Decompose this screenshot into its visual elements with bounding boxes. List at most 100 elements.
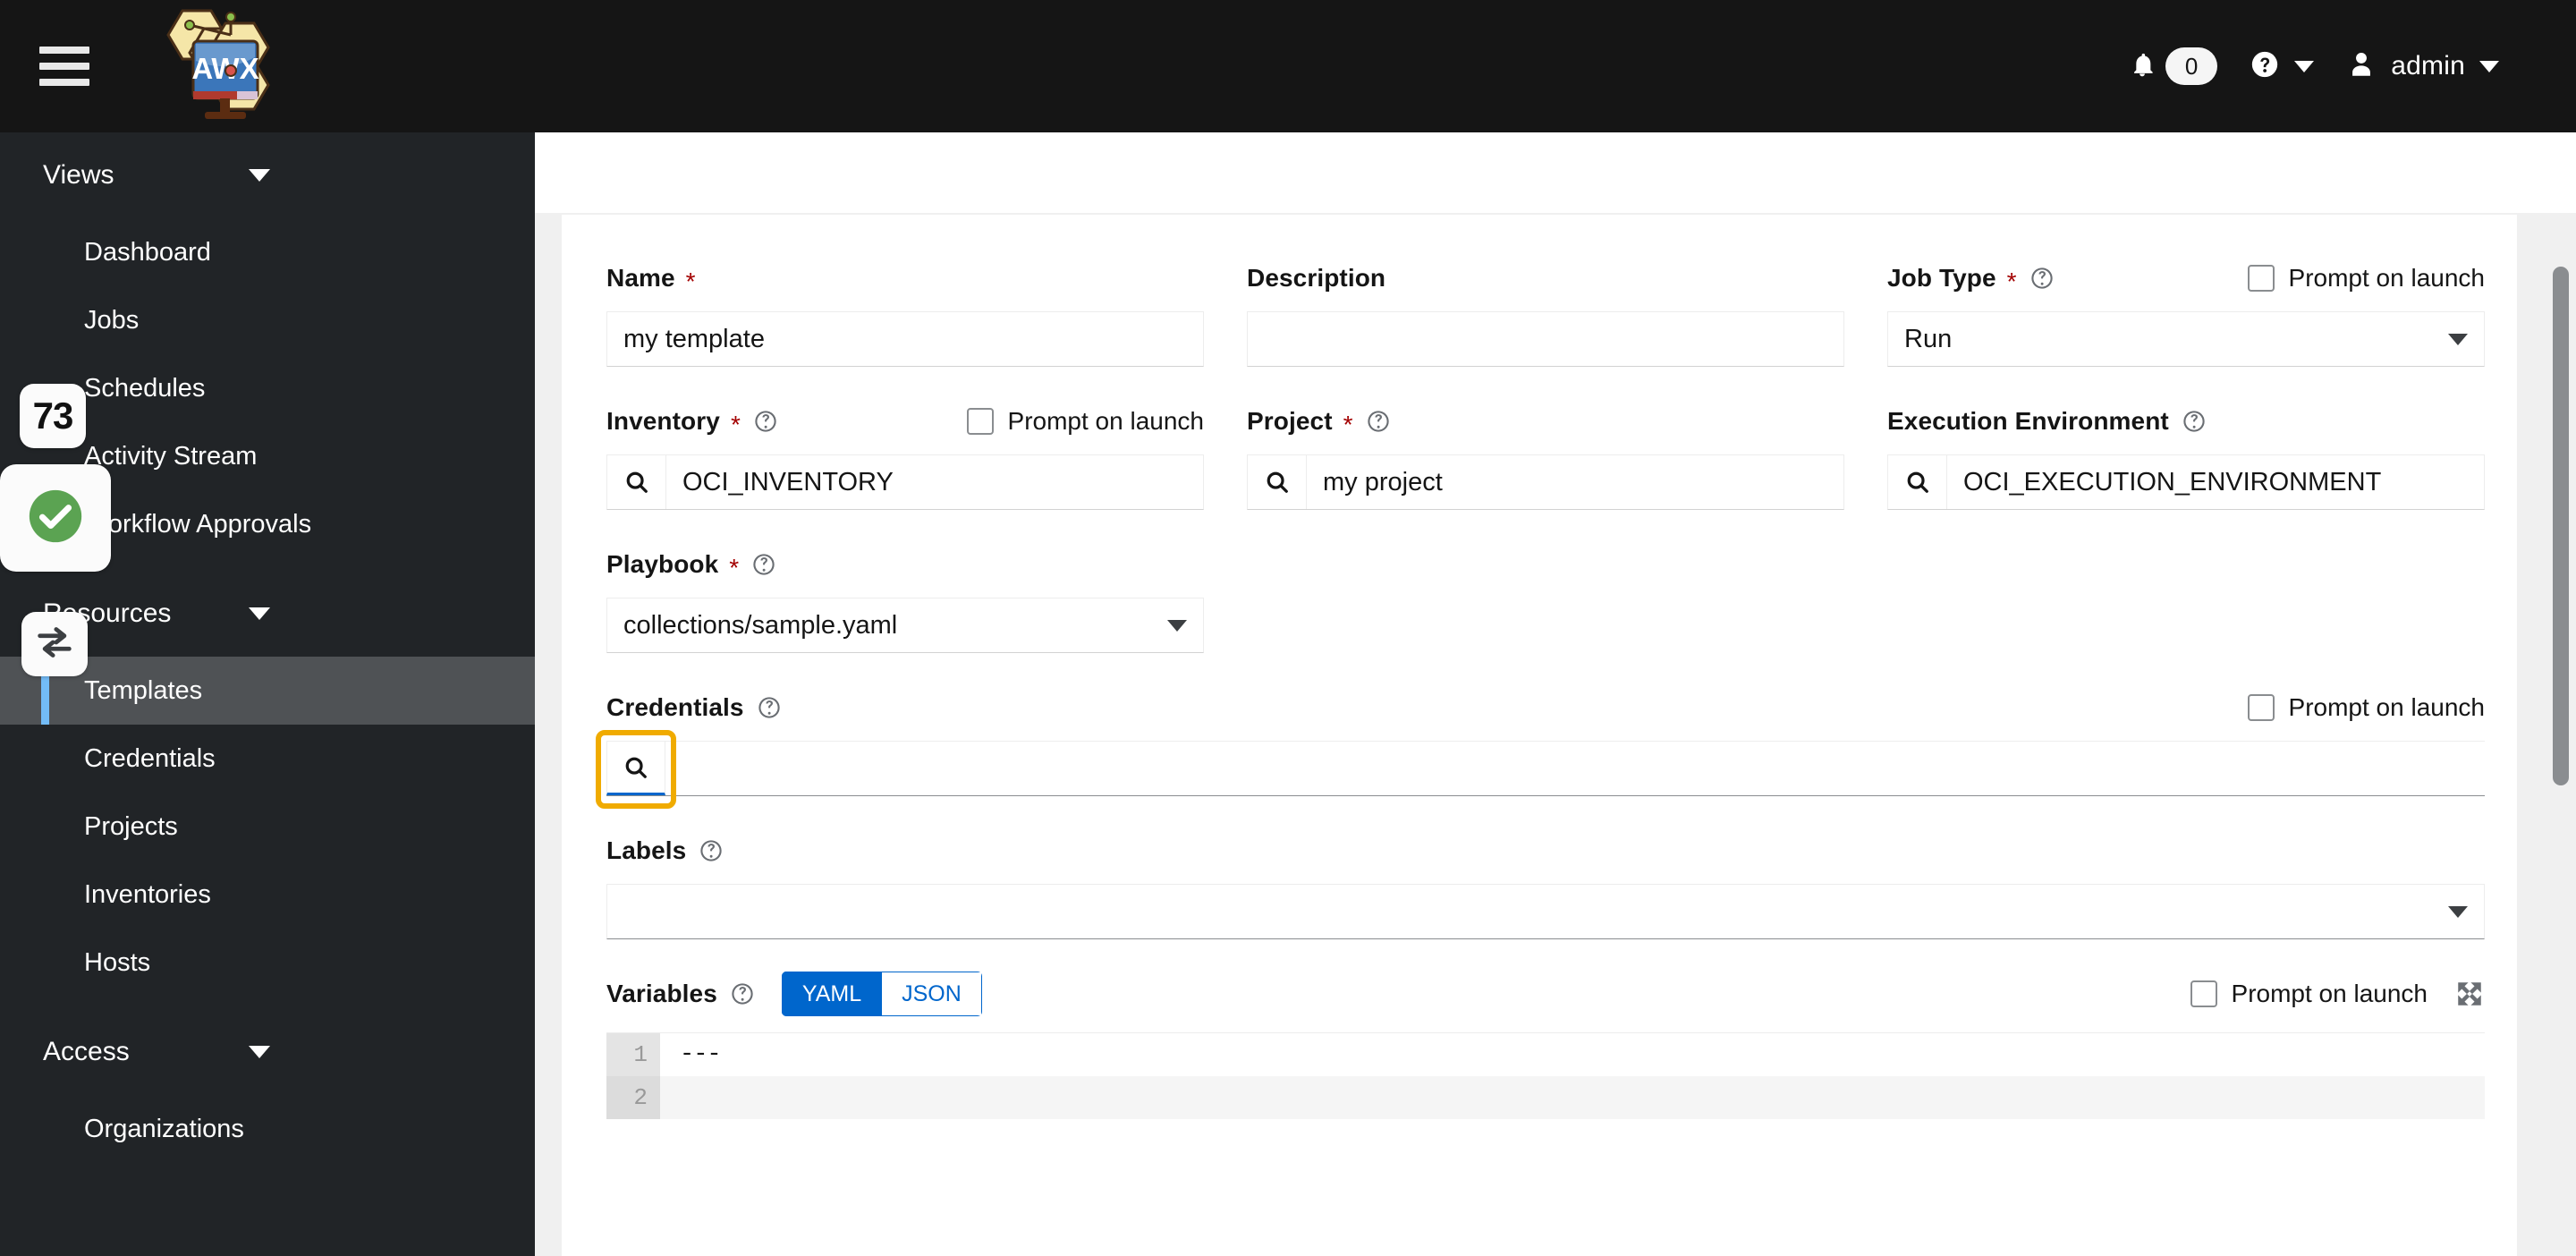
sidebar-group-label: Access: [43, 1037, 130, 1066]
field-header: Project *: [1247, 401, 1844, 442]
search-icon[interactable]: [607, 455, 666, 509]
prompt-on-launch-checkbox[interactable]: [966, 408, 994, 435]
execution-environment-value[interactable]: OCI_EXECUTION_ENVIRONMENT: [1947, 455, 2484, 509]
variables-label: Variables: [606, 980, 717, 1007]
execution-environment-label: Execution Environment: [1887, 407, 2169, 435]
job-type-prompt-on-launch[interactable]: Prompt on launch: [2247, 264, 2485, 293]
field-inventory: Inventory * Prompt on launch OCI_INVENTO…: [606, 401, 1204, 510]
search-icon[interactable]: [1248, 455, 1307, 509]
job-type-select[interactable]: Run: [1887, 311, 2485, 367]
variables-format-toggle: YAML JSON: [781, 971, 982, 1017]
search-icon[interactable]: [1888, 455, 1947, 509]
user-name-label: admin: [2391, 51, 2465, 81]
sidebar-item-label: Activity Stream: [84, 441, 258, 471]
form-row-3: Playbook * collections/sample.yaml: [606, 544, 2485, 653]
question-circle-icon[interactable]: [753, 409, 778, 434]
sidebar-item-label: Credentials: [84, 743, 216, 773]
awx-logo[interactable]: AWX: [148, 0, 309, 132]
line-number: 2: [606, 1076, 660, 1119]
description-input[interactable]: [1247, 311, 1844, 367]
hamburger-bar: [39, 47, 89, 54]
question-circle-icon[interactable]: [751, 552, 776, 577]
user-icon: [2346, 49, 2377, 84]
variables-code-editor[interactable]: 1 --- 2: [606, 1032, 2485, 1119]
credentials-value[interactable]: [665, 741, 2485, 795]
sidebar-divider: [0, 997, 535, 1009]
masthead: AWX 0: [0, 0, 2576, 132]
sidebar-item-inventories[interactable]: Inventories: [0, 861, 535, 929]
sidebar-item-label: Dashboard: [84, 237, 211, 267]
field-project: Project * my project: [1247, 401, 1844, 510]
prompt-on-launch-checkbox[interactable]: [2247, 694, 2275, 721]
question-circle-icon[interactable]: [2029, 266, 2055, 291]
question-circle-icon[interactable]: [2182, 409, 2207, 434]
form-row-2: Inventory * Prompt on launch OCI_INVENTO…: [606, 401, 2485, 510]
line-content[interactable]: [660, 1076, 2485, 1119]
sidebar-item-hosts[interactable]: Hosts: [0, 929, 535, 997]
field-header: Inventory * Prompt on launch: [606, 401, 1204, 442]
toggle-yaml-button[interactable]: YAML: [781, 971, 883, 1017]
sidebar-item-projects[interactable]: Projects: [0, 793, 535, 861]
field-header: Name *: [606, 258, 1204, 299]
page-header-strip: [535, 132, 2576, 213]
prompt-on-launch-checkbox[interactable]: [2190, 980, 2217, 1007]
user-menu-button[interactable]: admin: [2330, 0, 2515, 132]
playbook-label: Playbook: [606, 550, 719, 578]
sidebar-group-access[interactable]: Access: [0, 1009, 535, 1095]
variables-prompt-on-launch[interactable]: Prompt on launch: [2190, 979, 2485, 1009]
sidebar-item-credentials[interactable]: Credentials: [0, 725, 535, 793]
question-circle-icon[interactable]: [730, 981, 755, 1006]
inventory-prompt-on-launch[interactable]: Prompt on launch: [966, 407, 1204, 436]
credentials-lookup: [606, 741, 2485, 796]
search-icon[interactable]: [606, 741, 665, 795]
field-header: Playbook *: [606, 544, 1204, 585]
name-label: Name: [606, 264, 675, 292]
line-number: 1: [606, 1033, 660, 1076]
prompt-on-launch-label: Prompt on launch: [1007, 407, 1204, 435]
prompt-on-launch-checkbox[interactable]: [2247, 265, 2275, 292]
project-label: Project: [1247, 407, 1333, 435]
required-asterisk: *: [730, 411, 741, 438]
sidebar-item-jobs[interactable]: Jobs: [0, 286, 535, 354]
page-scrollbar-thumb[interactable]: [2553, 267, 2569, 785]
credentials-prompt-on-launch[interactable]: Prompt on launch: [2247, 693, 2485, 722]
project-value[interactable]: my project: [1307, 455, 1843, 509]
form-row-5: Labels: [606, 830, 2485, 939]
sidebar-item-label: Templates: [84, 675, 203, 705]
job-template-form-card: Name * my template Description Job Type: [562, 215, 2517, 1256]
page-scrollbar-track[interactable]: [2546, 213, 2576, 1256]
question-circle-icon[interactable]: [699, 838, 724, 863]
swap-arrows-icon: [34, 624, 75, 665]
playbook-select[interactable]: collections/sample.yaml: [606, 598, 1204, 653]
notifications-button[interactable]: 0: [2112, 0, 2233, 132]
sidebar-group-views[interactable]: Views: [0, 132, 535, 218]
overlay-counter-value: 73: [32, 395, 74, 437]
line-content[interactable]: ---: [660, 1033, 2485, 1076]
hamburger-menu-icon[interactable]: [39, 47, 89, 86]
editor-line: 2: [606, 1076, 2485, 1119]
labels-multiselect[interactable]: [606, 884, 2485, 939]
inventory-value[interactable]: OCI_INVENTORY: [666, 455, 1203, 509]
chevron-down-icon: [2448, 905, 2468, 918]
required-asterisk: *: [1343, 411, 1353, 438]
sidebar-item-dashboard[interactable]: Dashboard: [0, 218, 535, 286]
expand-arrows-icon[interactable]: [2454, 979, 2485, 1009]
labels-label: Labels: [606, 836, 687, 864]
sidebar-item-organizations[interactable]: Organizations: [0, 1095, 535, 1163]
help-menu-button[interactable]: [2233, 0, 2330, 132]
notification-count-badge: 0: [2165, 47, 2218, 86]
required-asterisk: *: [729, 554, 740, 581]
field-name: Name * my template: [606, 258, 1204, 367]
masthead-toolbar: 0 admin: [2112, 0, 2515, 132]
field-credentials: Credentials Prompt on launch: [596, 687, 2485, 809]
question-circle-icon[interactable]: [1366, 409, 1391, 434]
question-circle-icon[interactable]: [757, 695, 782, 720]
toggle-json-button[interactable]: JSON: [882, 971, 982, 1017]
field-header: Credentials Prompt on launch: [606, 687, 2485, 728]
chevron-down-icon: [2448, 333, 2468, 345]
field-variables: Variables YAML JSON Prompt on launch 1 -…: [606, 971, 2485, 1119]
name-input[interactable]: my template: [606, 311, 1204, 367]
editor-line: 1 ---: [606, 1033, 2485, 1076]
sidebar-item-label: Inventories: [84, 879, 211, 909]
chevron-down-icon: [249, 1046, 270, 1058]
